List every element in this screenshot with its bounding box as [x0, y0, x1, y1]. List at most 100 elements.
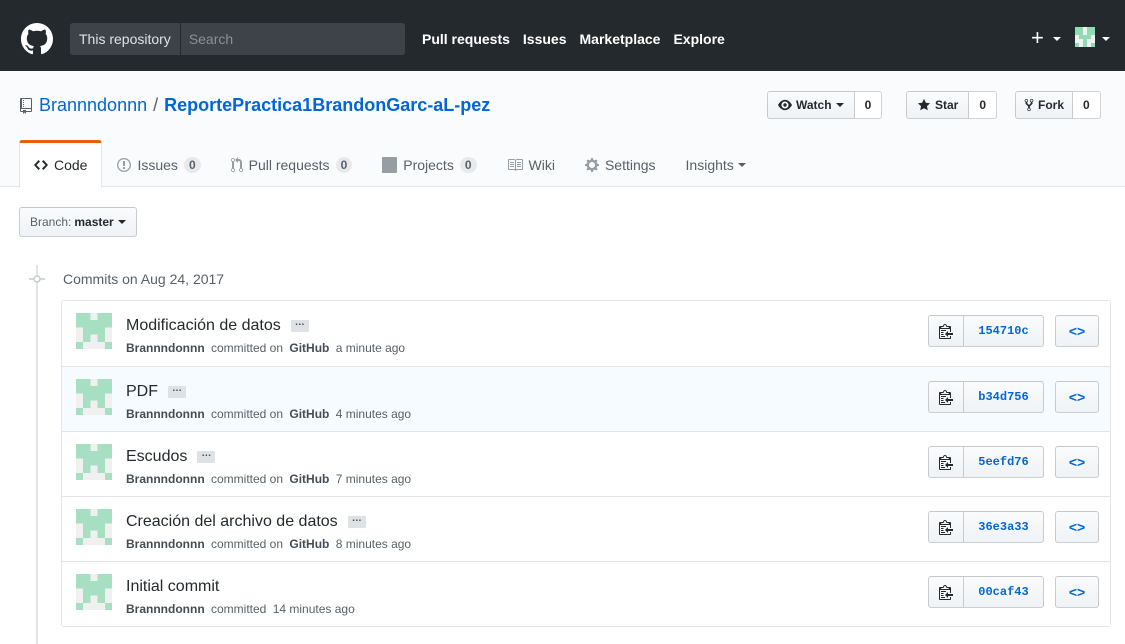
- star-icon: [917, 98, 931, 111]
- tab-issues[interactable]: Issues 0: [102, 140, 215, 187]
- user-avatar[interactable]: [1075, 27, 1095, 47]
- commit-message-link[interactable]: Initial commit: [126, 578, 219, 596]
- tab-pull-requests[interactable]: Pull requests 0: [216, 140, 368, 187]
- commit-author-avatar[interactable]: [76, 379, 112, 415]
- fork-count[interactable]: 0: [1073, 91, 1101, 119]
- code-icon: <>: [1068, 454, 1086, 470]
- copy-sha-button[interactable]: [928, 446, 964, 478]
- tab-projects-label: Projects: [403, 156, 454, 173]
- commit-author-avatar[interactable]: [76, 574, 112, 610]
- repo-title: Brannndonnn / ReportePractica1BrandonGar…: [19, 95, 490, 116]
- tab-settings[interactable]: Settings: [570, 140, 671, 187]
- watch-count[interactable]: 0: [854, 91, 883, 119]
- commit-author-link[interactable]: Brannndonnn: [126, 341, 205, 355]
- timeline-line: [36, 265, 38, 644]
- commit-sha-link[interactable]: b34d756: [964, 381, 1044, 413]
- github-logo-icon[interactable]: [21, 23, 53, 55]
- commit-time: 4 minutes ago: [335, 407, 412, 421]
- repo-name-link[interactable]: ReportePractica1BrandonGarc-aL-pez: [164, 95, 490, 116]
- star-button[interactable]: Star: [906, 91, 970, 119]
- commit-platform: GitHub: [289, 472, 330, 486]
- commit-sha-link[interactable]: 154710c: [964, 315, 1044, 347]
- nav-explore[interactable]: Explore: [673, 31, 724, 47]
- create-new-caret-icon[interactable]: [1053, 37, 1061, 41]
- nav-pull-requests[interactable]: Pull requests: [422, 31, 510, 47]
- copy-sha-button[interactable]: [928, 381, 964, 413]
- commit-message-wrap: Escudos …: [126, 448, 216, 466]
- commit-author-link[interactable]: Brannndonnn: [126, 602, 205, 616]
- commit-author-avatar[interactable]: [76, 509, 112, 545]
- browse-repo-at-commit-button[interactable]: <>: [1055, 381, 1099, 413]
- tab-wiki[interactable]: Wiki: [492, 140, 570, 187]
- nav-issues[interactable]: Issues: [523, 31, 567, 47]
- watch-group: Watch 0: [767, 91, 883, 119]
- create-new-icon[interactable]: +: [1031, 27, 1044, 49]
- branch-select-button[interactable]: Branch: master: [19, 207, 137, 237]
- user-menu-caret-icon[interactable]: [1102, 37, 1110, 41]
- browse-repo-at-commit-button[interactable]: <>: [1055, 511, 1099, 543]
- commit-sha-link[interactable]: 00caf43: [964, 576, 1044, 608]
- browse-repo-at-commit-button[interactable]: <>: [1055, 446, 1099, 478]
- commit-meta: Brannndonnn committed on GitHub a minute…: [126, 341, 405, 355]
- commit-ellipsis-button[interactable]: …: [168, 384, 186, 398]
- commit-row: Modificación de datos … Brannndonnn comm…: [62, 301, 1110, 366]
- commit-author-link[interactable]: Brannndonnn: [126, 472, 205, 486]
- commit-ellipsis-button[interactable]: …: [290, 318, 309, 332]
- issue-opened-icon: [117, 157, 132, 172]
- commit-author-link[interactable]: Brannndonnn: [126, 537, 205, 551]
- commit-meta: Brannndonnn committed 14 minutes ago: [126, 602, 355, 616]
- commit-sha-group: b34d756: [928, 381, 1044, 413]
- browse-repo-at-commit-button[interactable]: <>: [1055, 315, 1099, 347]
- browse-repo-at-commit-button[interactable]: <>: [1055, 576, 1099, 608]
- commit-ellipsis-button[interactable]: …: [347, 514, 366, 528]
- commit-author-link[interactable]: Brannndonnn: [126, 407, 205, 421]
- commit-row: Initial commit Brannndonnn committed 14 …: [62, 561, 1110, 626]
- project-icon: [382, 156, 398, 173]
- commit-sha-link[interactable]: 5eefd76: [964, 446, 1044, 478]
- commit-meta-text: committed on: [211, 407, 284, 421]
- commit-time: 14 minutes ago: [272, 602, 355, 616]
- copy-sha-button[interactable]: [928, 511, 964, 543]
- star-label: Star: [935, 98, 959, 112]
- commit-meta-text: committed: [211, 602, 267, 616]
- copy-sha-button[interactable]: [928, 576, 964, 608]
- watch-button[interactable]: Watch: [767, 91, 855, 119]
- fork-label: Fork: [1038, 98, 1065, 112]
- code-icon: <>: [1068, 389, 1086, 405]
- fork-group: Fork 0: [1015, 91, 1101, 119]
- clippy-icon: [939, 585, 953, 600]
- git-commit-icon: [29, 275, 45, 283]
- commit-message-wrap: Initial commit: [126, 578, 219, 596]
- commit-message-link[interactable]: PDF: [126, 383, 158, 401]
- tab-code[interactable]: Code: [19, 140, 103, 188]
- commit-sha-group: 36e3a33: [928, 511, 1044, 543]
- repo-owner-link[interactable]: Brannndonnn: [39, 95, 147, 116]
- watch-caret-icon: [835, 103, 844, 107]
- repo-path-separator: /: [153, 95, 159, 115]
- commit-message-link[interactable]: Modificación de datos: [126, 317, 281, 335]
- commit-meta-text: committed on: [211, 537, 284, 551]
- tab-insights[interactable]: Insights: [671, 140, 761, 187]
- star-count[interactable]: 0: [969, 91, 998, 119]
- watch-label: Watch: [796, 98, 832, 112]
- insights-caret-icon: [737, 162, 746, 167]
- commit-message-link[interactable]: Escudos: [126, 448, 187, 466]
- tab-pull-requests-label: Pull requests: [248, 156, 330, 173]
- commit-sha-group: 00caf43: [928, 576, 1044, 608]
- commit-ellipsis-button[interactable]: …: [197, 449, 216, 463]
- tab-issues-label: Issues: [137, 156, 178, 173]
- commit-message-link[interactable]: Creación del archivo de datos: [126, 513, 338, 531]
- search-input[interactable]: [180, 23, 405, 55]
- commit-meta-text: committed on: [211, 472, 284, 486]
- commit-author-avatar[interactable]: [76, 313, 112, 349]
- star-group: Star 0: [906, 91, 998, 119]
- fork-button[interactable]: Fork: [1015, 91, 1074, 119]
- commit-message-wrap: PDF …: [126, 383, 186, 401]
- tab-projects[interactable]: Projects 0: [367, 140, 491, 187]
- branch-value: master: [74, 215, 114, 229]
- commit-author-avatar[interactable]: [76, 444, 112, 480]
- copy-sha-button[interactable]: [928, 315, 964, 347]
- commit-sha-link[interactable]: 36e3a33: [964, 511, 1044, 543]
- commit-list: Modificación de datos … Brannndonnn comm…: [61, 300, 1111, 627]
- nav-marketplace[interactable]: Marketplace: [580, 31, 661, 47]
